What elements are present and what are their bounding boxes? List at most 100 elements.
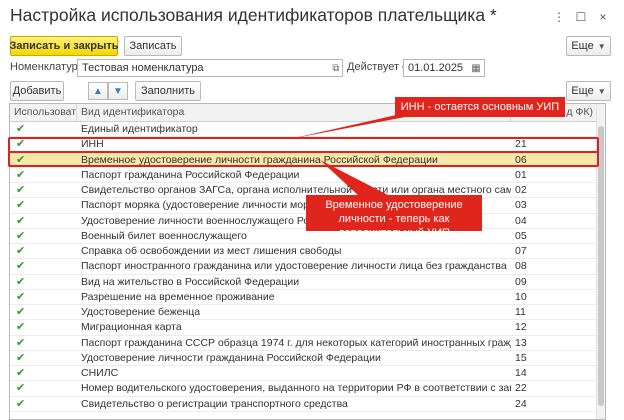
code-cell: 22 — [515, 382, 527, 395]
chevron-down-icon: ▼ — [597, 41, 606, 51]
code-cell — [511, 122, 597, 137]
table-row[interactable]: ✔ Свидетельство о регистрации транспортно… — [10, 397, 597, 412]
code-cell: 21 — [515, 138, 527, 151]
table-row[interactable]: ✔ Паспорт гражданина Российской Федерации… — [10, 168, 597, 183]
calendar-icon[interactable]: ▦ — [468, 59, 484, 77]
use-checkbox[interactable]: ✔ — [10, 290, 77, 305]
use-checkbox[interactable]: ✔ — [10, 122, 77, 137]
table-more-label: Еще — [571, 85, 594, 97]
fill-label: Заполнить — [141, 85, 196, 97]
callout-inn: ИНН - остается основным УИП — [395, 97, 565, 117]
more-label: Еще — [571, 40, 594, 52]
code-cell: 15 — [515, 351, 527, 364]
code-cell: 02 — [515, 184, 527, 196]
vertical-scrollbar[interactable] — [596, 104, 605, 419]
table-row[interactable]: ✔ Миграционная карта 12 — [10, 320, 597, 336]
table-row[interactable]: ✔ Удостоверение беженца 11 — [10, 305, 597, 321]
use-checkbox[interactable]: ✔ — [10, 320, 77, 335]
nomenclature-label: Номенклатура: — [10, 61, 87, 73]
close-icon[interactable]: × — [592, 8, 614, 26]
table-row[interactable]: ✔ ИНН 21 — [10, 137, 597, 153]
scrollbar-thumb[interactable] — [598, 126, 604, 406]
code-cell: 05 — [515, 229, 527, 242]
table-row[interactable]: ✔ Паспорт иностранного гражданина или удо… — [10, 259, 597, 275]
use-checkbox[interactable]: ✔ — [10, 351, 77, 366]
identifier-type-cell: Разрешение на временное проживание — [81, 290, 275, 303]
window-controls: ⋮ ☐ × — [548, 8, 614, 26]
use-checkbox[interactable]: ✔ — [10, 229, 77, 244]
use-checkbox[interactable]: ✔ — [10, 153, 77, 168]
use-checkbox[interactable]: ✔ — [10, 198, 77, 213]
save-and-close-label: Записать и закрыть — [9, 40, 119, 52]
table-row[interactable]: ✔ Разрешение на временное проживание 10 — [10, 290, 597, 305]
code-cell: 07 — [515, 245, 527, 257]
window-title: Настройка использования идентификаторов … — [10, 5, 497, 25]
code-cell: 01 — [515, 168, 527, 181]
table-body: ✔ Единый идентификатор ✔ ИНН 21 ✔ Временное уд… — [10, 122, 597, 412]
code-cell: 04 — [515, 214, 527, 227]
identifier-type-cell: Паспорт гражданина Российской Федерации — [81, 168, 300, 181]
fill-button[interactable]: Заполнить — [135, 81, 201, 101]
nomenclature-value: Тестовая номенклатура — [82, 62, 204, 74]
identifier-type-cell: Номер водительского удостоверения, выдан… — [81, 382, 511, 395]
chevron-down-icon: ▼ — [597, 86, 606, 96]
use-checkbox[interactable]: ✔ — [10, 259, 77, 274]
table-row[interactable]: ✔ СНИЛС 14 — [10, 366, 597, 382]
use-checkbox[interactable]: ✔ — [10, 183, 77, 198]
code-cell: 06 — [515, 153, 527, 166]
maximize-icon[interactable]: ☐ — [570, 8, 592, 26]
code-cell: 13 — [515, 336, 527, 349]
table-row[interactable]: ✔ Временное удостоверение личности гражда… — [10, 152, 597, 168]
callout-temp-id: Временное удостоверение личности - тепер… — [306, 195, 482, 239]
code-cell: 14 — [515, 367, 527, 379]
add-label: Добавить — [12, 85, 62, 97]
more-vert-icon[interactable]: ⋮ — [548, 8, 570, 26]
use-checkbox[interactable]: ✔ — [10, 275, 77, 290]
code-cell: 03 — [515, 199, 527, 212]
move-down-button[interactable]: ▼ — [108, 82, 128, 100]
add-button[interactable]: Добавить — [10, 81, 64, 101]
use-checkbox[interactable]: ✔ — [10, 366, 77, 381]
use-checkbox[interactable]: ✔ — [10, 336, 77, 351]
identifier-type-cell: ИНН — [81, 138, 104, 151]
identifier-type-cell: Миграционная карта — [81, 321, 182, 334]
save-button[interactable]: Записать — [124, 36, 182, 56]
table-row[interactable]: ✔ Паспорт моряка (удостоверение личности … — [10, 198, 597, 214]
arrow-down-icon: ▼ — [113, 85, 123, 97]
identifier-type-cell: Удостоверение личности гражданина Россий… — [81, 351, 381, 364]
table-row[interactable]: ✔ Справка об освобождении из мест лишения… — [10, 244, 597, 260]
identifiers-table: Использовать Вид идентификатора д ФК) ✔ Е… — [9, 103, 606, 420]
table-row[interactable]: ✔ Паспорт гражданина СССР образца 1974 г.… — [10, 336, 597, 351]
identifier-type-cell: Временное удостоверение личности граждан… — [81, 153, 438, 166]
use-checkbox[interactable]: ✔ — [10, 168, 77, 183]
save-and-close-button[interactable]: Записать и закрыть — [9, 36, 119, 56]
open-link-icon[interactable]: ⧉ — [328, 59, 344, 77]
more-button[interactable]: Еще ▼ — [566, 36, 611, 56]
use-checkbox[interactable]: ✔ — [10, 397, 77, 412]
use-checkbox[interactable]: ✔ — [10, 381, 77, 396]
column-use[interactable]: Использовать — [10, 104, 77, 122]
code-cell: 24 — [515, 397, 527, 410]
table-row[interactable]: ✔ Удостоверение личности гражданина Росси… — [10, 351, 597, 366]
table-row[interactable]: ✔ Номер водительского удостоверения, выда… — [10, 381, 597, 397]
use-checkbox[interactable]: ✔ — [10, 137, 77, 152]
code-cell: 08 — [515, 260, 527, 273]
table-more-button[interactable]: Еще ▼ — [566, 81, 611, 101]
use-checkbox[interactable]: ✔ — [10, 305, 77, 320]
valid-from-label: Действует с: — [347, 61, 411, 73]
code-cell: 11 — [515, 306, 526, 318]
use-checkbox[interactable]: ✔ — [10, 214, 77, 229]
nomenclature-field[interactable]: Тестовая номенклатура — [77, 59, 343, 77]
table-row[interactable]: ✔ Вид на жительство в Российской Федераци… — [10, 275, 597, 290]
move-up-button[interactable]: ▲ — [88, 82, 108, 100]
table-row[interactable]: ✔ Удостоверение личности военнослужащего … — [10, 214, 597, 229]
identifier-type-cell: Справка об освобождении из мест лишения … — [81, 245, 342, 257]
code-cell: 10 — [515, 290, 527, 303]
table-row[interactable]: ✔ Военный билет военнослужащего 05 — [10, 229, 597, 244]
use-checkbox[interactable]: ✔ — [10, 244, 77, 259]
identifier-type-cell: Свидетельство о регистрации транспортног… — [81, 397, 348, 410]
table-row[interactable]: ✔ Свидетельство органов ЗАГСа, органа исп… — [10, 183, 597, 199]
table-row[interactable]: ✔ Единый идентификатор — [10, 122, 597, 138]
identifier-type-cell: Удостоверение беженца — [81, 306, 201, 318]
identifier-type-cell: СНИЛС — [81, 367, 119, 379]
